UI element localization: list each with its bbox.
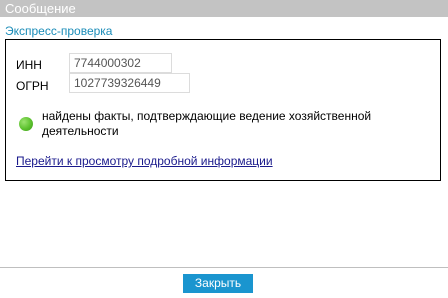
inn-label: ИНН bbox=[16, 58, 42, 72]
inn-field[interactable] bbox=[69, 53, 172, 73]
dialog-title: Сообщение bbox=[5, 1, 76, 16]
view-details-link[interactable]: Перейти к просмотру подробной информации bbox=[16, 154, 273, 168]
green-circle-icon bbox=[19, 117, 33, 131]
footer-divider bbox=[0, 267, 448, 268]
ogrn-field[interactable] bbox=[69, 73, 190, 93]
dialog-titlebar: Сообщение bbox=[0, 0, 448, 17]
express-check-heading: Экспресс-проверка bbox=[5, 24, 113, 38]
status-message: найдены факты, подтверждающие ведение хо… bbox=[42, 109, 372, 138]
express-check-panel: ИНН ОГРН найдены факты, подтверждающие в… bbox=[5, 39, 441, 181]
close-button[interactable]: Закрыть bbox=[183, 274, 253, 293]
ogrn-label: ОГРН bbox=[16, 79, 49, 93]
